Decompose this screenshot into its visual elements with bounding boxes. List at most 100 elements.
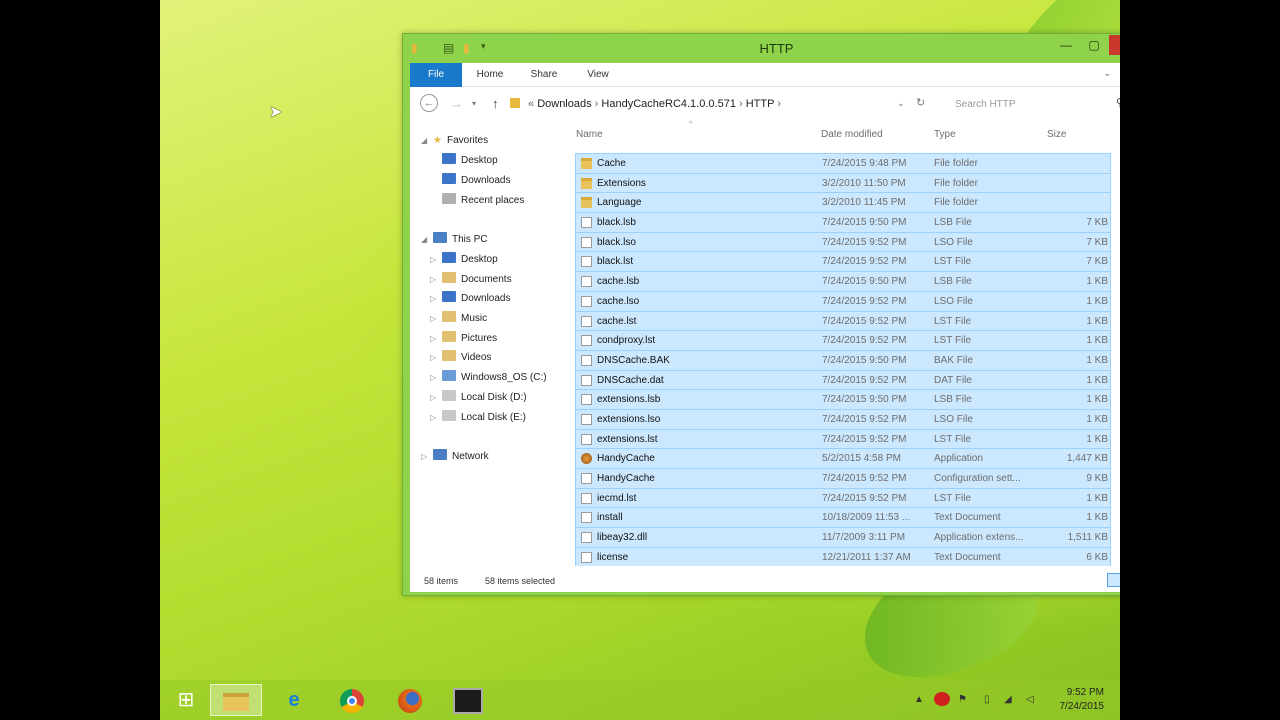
breadcrumb-http[interactable]: HTTP	[746, 98, 775, 110]
file-row[interactable]: DNSCache.dat 7/24/2015 9:52 PM DAT File 1 K…	[575, 369, 1111, 390]
file-row[interactable]: condproxy.lst 7/24/2015 9:52 PM LST File 1 …	[575, 330, 1111, 350]
expand-ribbon-icon[interactable]: ⌄	[1103, 68, 1111, 79]
tab-home[interactable]: Home	[468, 63, 512, 87]
internet-explorer-icon[interactable]: e	[268, 684, 320, 716]
expand-arrow-icon[interactable]: ▷	[421, 448, 427, 466]
show-hidden-icons[interactable]: ▲	[914, 694, 924, 705]
file-row[interactable]: libeay32.dll 11/7/2009 3:11 PM Application…	[575, 527, 1111, 547]
file-row[interactable]: license 12/21/2011 1:37 AM Text Document 6 …	[575, 546, 1111, 567]
refresh-icon[interactable]: ↻	[916, 96, 925, 109]
handycache-taskbar-icon[interactable]	[442, 684, 494, 716]
chevron-right-icon[interactable]: ›	[595, 98, 599, 110]
tree-item-videos[interactable]: ▷ Videos	[430, 349, 491, 367]
file-row[interactable]: cache.lso 7/24/2015 9:52 PM LSO File 1 KB	[575, 290, 1111, 311]
column-header-name[interactable]: Name	[576, 129, 603, 140]
tree-item-desktop[interactable]: ▷ Desktop	[430, 251, 498, 269]
security-tray-icon[interactable]	[934, 692, 950, 706]
expand-arrow-icon[interactable]: ▷	[430, 409, 436, 427]
tree-favorites[interactable]: ◢ ★ Favorites	[421, 132, 488, 150]
breadcrumb[interactable]: « Downloads › HandyCacheRC4.1.0.0.571 › …	[510, 93, 942, 116]
file-row[interactable]: black.lsb 7/24/2015 9:50 PM LSB File 7 KB	[575, 212, 1111, 232]
tree-item-drive-e[interactable]: ▷ Local Disk (E:)	[430, 409, 526, 427]
tree-item-recent-places[interactable]: Recent places	[442, 192, 524, 210]
file-type: Application	[934, 453, 983, 465]
file-row[interactable]: cache.lsb 7/24/2015 9:50 PM LSB File 1 KB	[575, 271, 1111, 291]
chevron-right-icon[interactable]: ›	[739, 98, 743, 110]
file-name: libeay32.dll	[597, 532, 648, 544]
tab-file[interactable]: File	[410, 63, 462, 87]
power-icon[interactable]: ▯	[984, 694, 990, 705]
file-row[interactable]: DNSCache.BAK 7/24/2015 9:50 PM BAK File 1 K…	[575, 349, 1111, 370]
tab-view[interactable]: View	[576, 63, 620, 87]
file-size: 1 KB	[1086, 492, 1108, 504]
column-header-type[interactable]: Type	[934, 129, 956, 140]
expand-arrow-icon[interactable]: ▷	[430, 310, 436, 328]
file-date: 7/24/2015 9:52 PM	[822, 473, 907, 484]
sort-indicator-icon: ^	[689, 121, 693, 128]
file-name: DNSCache.BAK	[597, 354, 670, 366]
clock[interactable]: 9:52 PM 7/24/2015	[1060, 686, 1105, 714]
search-input[interactable]: Search HTTP	[945, 93, 1120, 116]
breadcrumb-handycache[interactable]: HandyCacheRC4.1.0.0.571	[601, 98, 736, 110]
file-row[interactable]: extensions.lsb 7/24/2015 9:50 PM LSB File 1…	[575, 389, 1111, 409]
address-dropdown-icon[interactable]: ⌄	[897, 98, 905, 109]
start-button[interactable]: ⊞	[160, 684, 212, 716]
chrome-icon[interactable]	[326, 684, 378, 716]
collapse-arrow-icon[interactable]: ◢	[421, 132, 427, 150]
expand-arrow-icon[interactable]: ▷	[430, 330, 436, 348]
file-size: 1 KB	[1086, 413, 1108, 425]
tree-network[interactable]: ▷ Network	[421, 448, 489, 466]
minimize-button[interactable]: —	[1053, 35, 1079, 55]
file-row[interactable]: HandyCache 5/2/2015 4:58 PM Application 1,4…	[575, 448, 1111, 468]
overflow-chevron-icon[interactable]: «	[528, 98, 534, 110]
file-date: 5/2/2015 4:58 PM	[822, 453, 901, 465]
expand-arrow-icon[interactable]: ▷	[430, 369, 436, 387]
forward-button[interactable]: →	[450, 96, 463, 111]
collapse-arrow-icon[interactable]: ◢	[421, 231, 427, 249]
tree-item-downloads[interactable]: Downloads	[442, 172, 510, 190]
details-view-icon[interactable]	[1107, 573, 1120, 587]
file-name: Language	[597, 197, 642, 209]
tree-this-pc[interactable]: ◢ This PC	[421, 231, 488, 249]
file-row[interactable]: HandyCache 7/24/2015 9:52 PM Configuration…	[575, 468, 1111, 488]
search-icon[interactable]: ⚲	[1116, 96, 1120, 109]
volume-icon[interactable]: ◁	[1026, 694, 1034, 705]
chevron-right-icon[interactable]: ›	[777, 98, 781, 110]
tree-item-desktop[interactable]: Desktop	[442, 152, 498, 170]
tab-share[interactable]: Share	[522, 63, 566, 87]
file-explorer-taskbar-icon[interactable]	[210, 684, 262, 716]
tree-item-drive-d[interactable]: ▷ Local Disk (D:)	[430, 389, 527, 407]
maximize-button[interactable]: ▢	[1081, 35, 1107, 55]
recent-locations-icon[interactable]: ▾	[472, 99, 476, 108]
expand-arrow-icon[interactable]: ▷	[430, 271, 436, 289]
column-header-date[interactable]: Date modified	[821, 129, 883, 140]
network-tray-icon[interactable]: ◢	[1004, 694, 1012, 705]
file-row[interactable]: Extensions 3/2/2010 11:50 PM File folder	[575, 172, 1111, 193]
back-button[interactable]: ←	[420, 94, 438, 112]
file-row[interactable]: Cache 7/24/2015 9:48 PM File folder	[575, 153, 1111, 173]
breadcrumb-downloads[interactable]: Downloads	[537, 98, 591, 110]
expand-arrow-icon[interactable]: ▷	[430, 290, 436, 308]
close-button[interactable]: ✕	[1109, 35, 1120, 55]
firefox-icon[interactable]	[384, 684, 436, 716]
file-row[interactable]: iecmd.lst 7/24/2015 9:52 PM LST File 1 KB	[575, 487, 1111, 508]
up-button[interactable]: ↑	[492, 96, 499, 111]
action-center-icon[interactable]: ⚑	[958, 694, 967, 705]
expand-arrow-icon[interactable]: ▷	[430, 349, 436, 367]
file-row[interactable]: black.lso 7/24/2015 9:52 PM LSO File 7 KB	[575, 231, 1111, 252]
title-bar[interactable]: ▮ ▤ ▮ ▾ HTTP — ▢ ✕	[403, 34, 1120, 62]
file-row[interactable]: cache.lst 7/24/2015 9:52 PM LST File 1 KB	[575, 310, 1111, 331]
file-row[interactable]: Language 3/2/2010 11:45 PM File folder	[575, 192, 1111, 213]
tree-item-documents[interactable]: ▷ Documents	[430, 271, 512, 289]
expand-arrow-icon[interactable]: ▷	[430, 251, 436, 269]
file-row[interactable]: install 10/18/2009 11:53 ... Text Document…	[575, 507, 1111, 528]
expand-arrow-icon[interactable]: ▷	[430, 389, 436, 407]
file-row[interactable]: extensions.lso 7/24/2015 9:52 PM LSO File 1…	[575, 408, 1111, 429]
file-row[interactable]: black.lst 7/24/2015 9:52 PM LST File 7 KB	[575, 251, 1111, 272]
file-row[interactable]: extensions.lst 7/24/2015 9:52 PM LST File 1…	[575, 428, 1111, 449]
column-header-size[interactable]: Size	[1047, 129, 1066, 140]
tree-item-drive-c[interactable]: ▷ Windows8_OS (C:)	[430, 369, 547, 387]
tree-item-music[interactable]: ▷ Music	[430, 310, 487, 328]
tree-item-downloads[interactable]: ▷ Downloads	[430, 290, 510, 308]
tree-item-pictures[interactable]: ▷ Pictures	[430, 330, 497, 348]
